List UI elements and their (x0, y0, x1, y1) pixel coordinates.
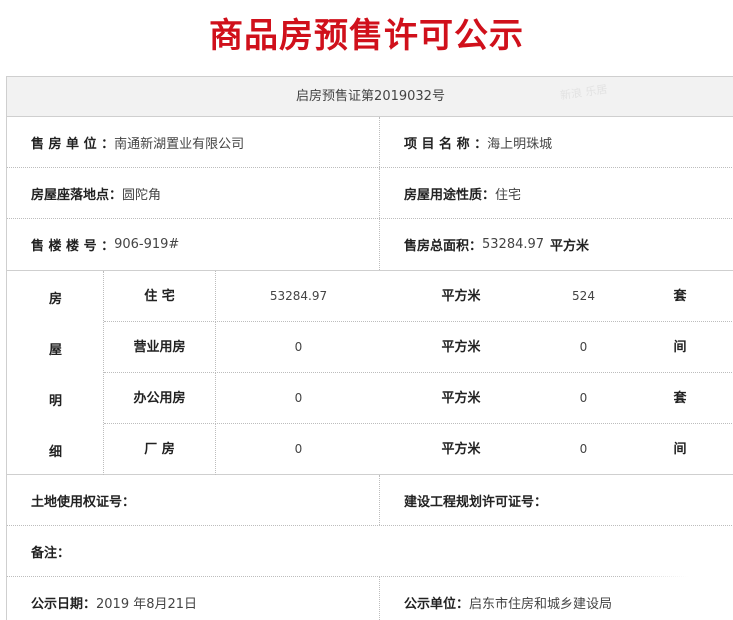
detail-area: 0 (294, 391, 303, 405)
detail-type: 住 宅 (104, 271, 216, 322)
house-detail-grid: 房 屋 明 细 住 宅 53284.97 平方米 524 套 营业用房 0 平方… (7, 271, 733, 475)
total-area-label: 售房总面积： (404, 239, 483, 254)
date-label: 公示日期： (31, 597, 97, 612)
project-value: 海上明珠城 (487, 136, 553, 152)
detail-count: 0 (579, 442, 588, 456)
remarks-cell: 备注： (7, 526, 733, 576)
building-label: 售 楼 楼 号 ： (31, 239, 115, 254)
detail-area: 0 (294, 340, 303, 354)
location-usage-row: 房屋座落地点： 圆陀角 房屋用途性质： 住宅 (7, 168, 733, 219)
publisher-value: 启东市住房和城乡建设局 (469, 597, 613, 612)
usage-label: 房屋用途性质： (404, 187, 496, 203)
usage-cell: 房屋用途性质： 住宅 (380, 168, 733, 218)
building-cell: 售 楼 楼 号 ： 906-919# (7, 219, 380, 270)
detail-count-unit: 间 (673, 340, 687, 355)
location-value: 圆陀角 (122, 187, 162, 203)
remarks-label: 备注： (31, 545, 71, 561)
date-cell: 公示日期： 2019 年8月21日 (7, 577, 380, 620)
total-area-cell: 售房总面积： 53284.97 平方米 (380, 219, 733, 270)
date-value: 2019 年8月21日 (96, 597, 198, 612)
detail-row-office: 办公用房 0 平方米 0 套 (104, 373, 733, 424)
detail-area-unit: 平方米 (441, 289, 481, 304)
detail-row-factory: 厂 房 0 平方米 0 间 (104, 424, 733, 475)
remarks-row: 备注： (7, 526, 733, 577)
detail-area-unit: 平方米 (441, 391, 481, 406)
detail-count: 524 (572, 289, 595, 303)
usage-value: 住宅 (495, 187, 522, 203)
edge-fade (620, 576, 733, 620)
detail-count: 0 (579, 391, 588, 405)
total-area-unit: 平方米 (550, 239, 590, 254)
detail-type: 营业用房 (104, 322, 216, 373)
detail-area: 0 (294, 442, 303, 456)
detail-area-unit: 平方米 (441, 340, 481, 355)
detail-count: 0 (579, 340, 588, 354)
seller-value: 南通新湖置业有限公司 (114, 136, 245, 152)
detail-count-unit: 套 (673, 289, 687, 304)
certificate-number: 启房预售证第2019032号 (7, 77, 733, 117)
land-cert-cell: 土地使用权证号： (7, 475, 380, 525)
detail-area: 53284.97 (269, 289, 328, 303)
detail-row-commercial: 营业用房 0 平方米 0 间 (104, 322, 733, 373)
heading-char: 房 (48, 292, 62, 307)
building-area-row: 售 楼 楼 号 ： 906-919# 售房总面积： 53284.97 平方米 (7, 219, 733, 271)
house-detail-heading: 房 屋 明 细 (7, 271, 104, 475)
permit-table: 启房预售证第2019032号 售 房 单 位 ： 南通新湖置业有限公司 项 目 … (6, 76, 733, 620)
heading-char: 明 (48, 394, 62, 409)
detail-row-residential: 住 宅 53284.97 平方米 524 套 (104, 271, 733, 322)
project-label: 项 目 名 称 ： (404, 136, 488, 152)
project-cell: 项 目 名 称 ： 海上明珠城 (380, 117, 733, 167)
page-title: 商品房预售许可公示 (209, 16, 524, 56)
planning-permit-label: 建设工程规划许可证号： (404, 494, 548, 510)
seller-label: 售 房 单 位 ： (31, 136, 115, 152)
location-label: 房屋座落地点： (31, 187, 123, 203)
location-cell: 房屋座落地点： 圆陀角 (7, 168, 380, 218)
building-value: 906-919# (114, 237, 180, 252)
detail-count-unit: 间 (673, 442, 687, 457)
detail-type: 厂 房 (104, 424, 216, 475)
seller-project-row: 售 房 单 位 ： 南通新湖置业有限公司 项 目 名 称 ： 海上明珠城 (7, 117, 733, 168)
publisher-label: 公示单位： (404, 597, 470, 612)
detail-area-unit: 平方米 (441, 442, 481, 457)
detail-type: 办公用房 (104, 373, 216, 424)
seller-cell: 售 房 单 位 ： 南通新湖置业有限公司 (7, 117, 380, 167)
land-cert-label: 土地使用权证号： (31, 494, 136, 510)
heading-char: 细 (48, 445, 62, 460)
detail-count-unit: 套 (673, 391, 687, 406)
total-area-value: 53284.97 (482, 237, 545, 252)
planning-permit-cell: 建设工程规划许可证号： (380, 475, 733, 525)
permits-row: 土地使用权证号： 建设工程规划许可证号： (7, 475, 733, 526)
heading-char: 屋 (48, 343, 62, 358)
